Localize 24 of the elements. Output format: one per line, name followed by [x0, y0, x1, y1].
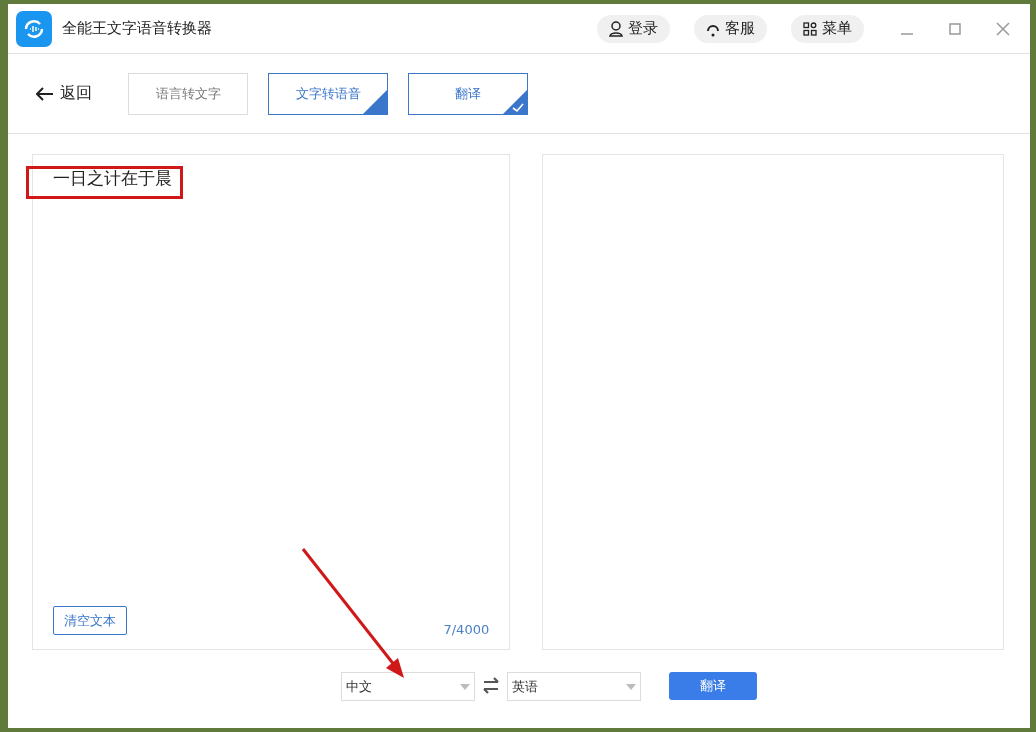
header-button[interactable]: 菜单: [791, 14, 864, 43]
source-text: 一日之计在于晨: [53, 167, 172, 190]
mode-tab[interactable]: 语言转文字: [128, 72, 248, 115]
user-icon: [609, 20, 623, 37]
source-language-select[interactable]: 中文: [341, 672, 475, 701]
clear-text-button[interactable]: 清空文本: [53, 606, 127, 635]
target-language-select[interactable]: 英语: [507, 672, 641, 701]
window-title: 全能王文字语音转换器: [62, 19, 213, 38]
close-icon: [996, 21, 1010, 36]
mode-tab[interactable]: 文字转语音: [268, 72, 388, 115]
source-text-panel[interactable]: 一日之计在于晨 清空文本 7/4000: [32, 154, 511, 650]
character-count: 7/4000: [443, 622, 490, 637]
maximize-icon: [949, 22, 961, 35]
header-button[interactable]: 登录: [597, 14, 670, 43]
app-logo-icon: [16, 10, 52, 47]
back-button[interactable]: 返回: [30, 82, 108, 105]
dropdown-caret-icon: [460, 683, 470, 690]
header-button[interactable]: 客服: [694, 14, 767, 43]
minimize-icon: [901, 32, 913, 35]
back-arrow-icon: [36, 86, 54, 101]
translate-button[interactable]: 翻译: [669, 672, 757, 700]
grid-icon: [803, 21, 817, 36]
dropdown-caret-icon: [626, 683, 636, 690]
mode-tab[interactable]: 翻译: [408, 72, 528, 115]
